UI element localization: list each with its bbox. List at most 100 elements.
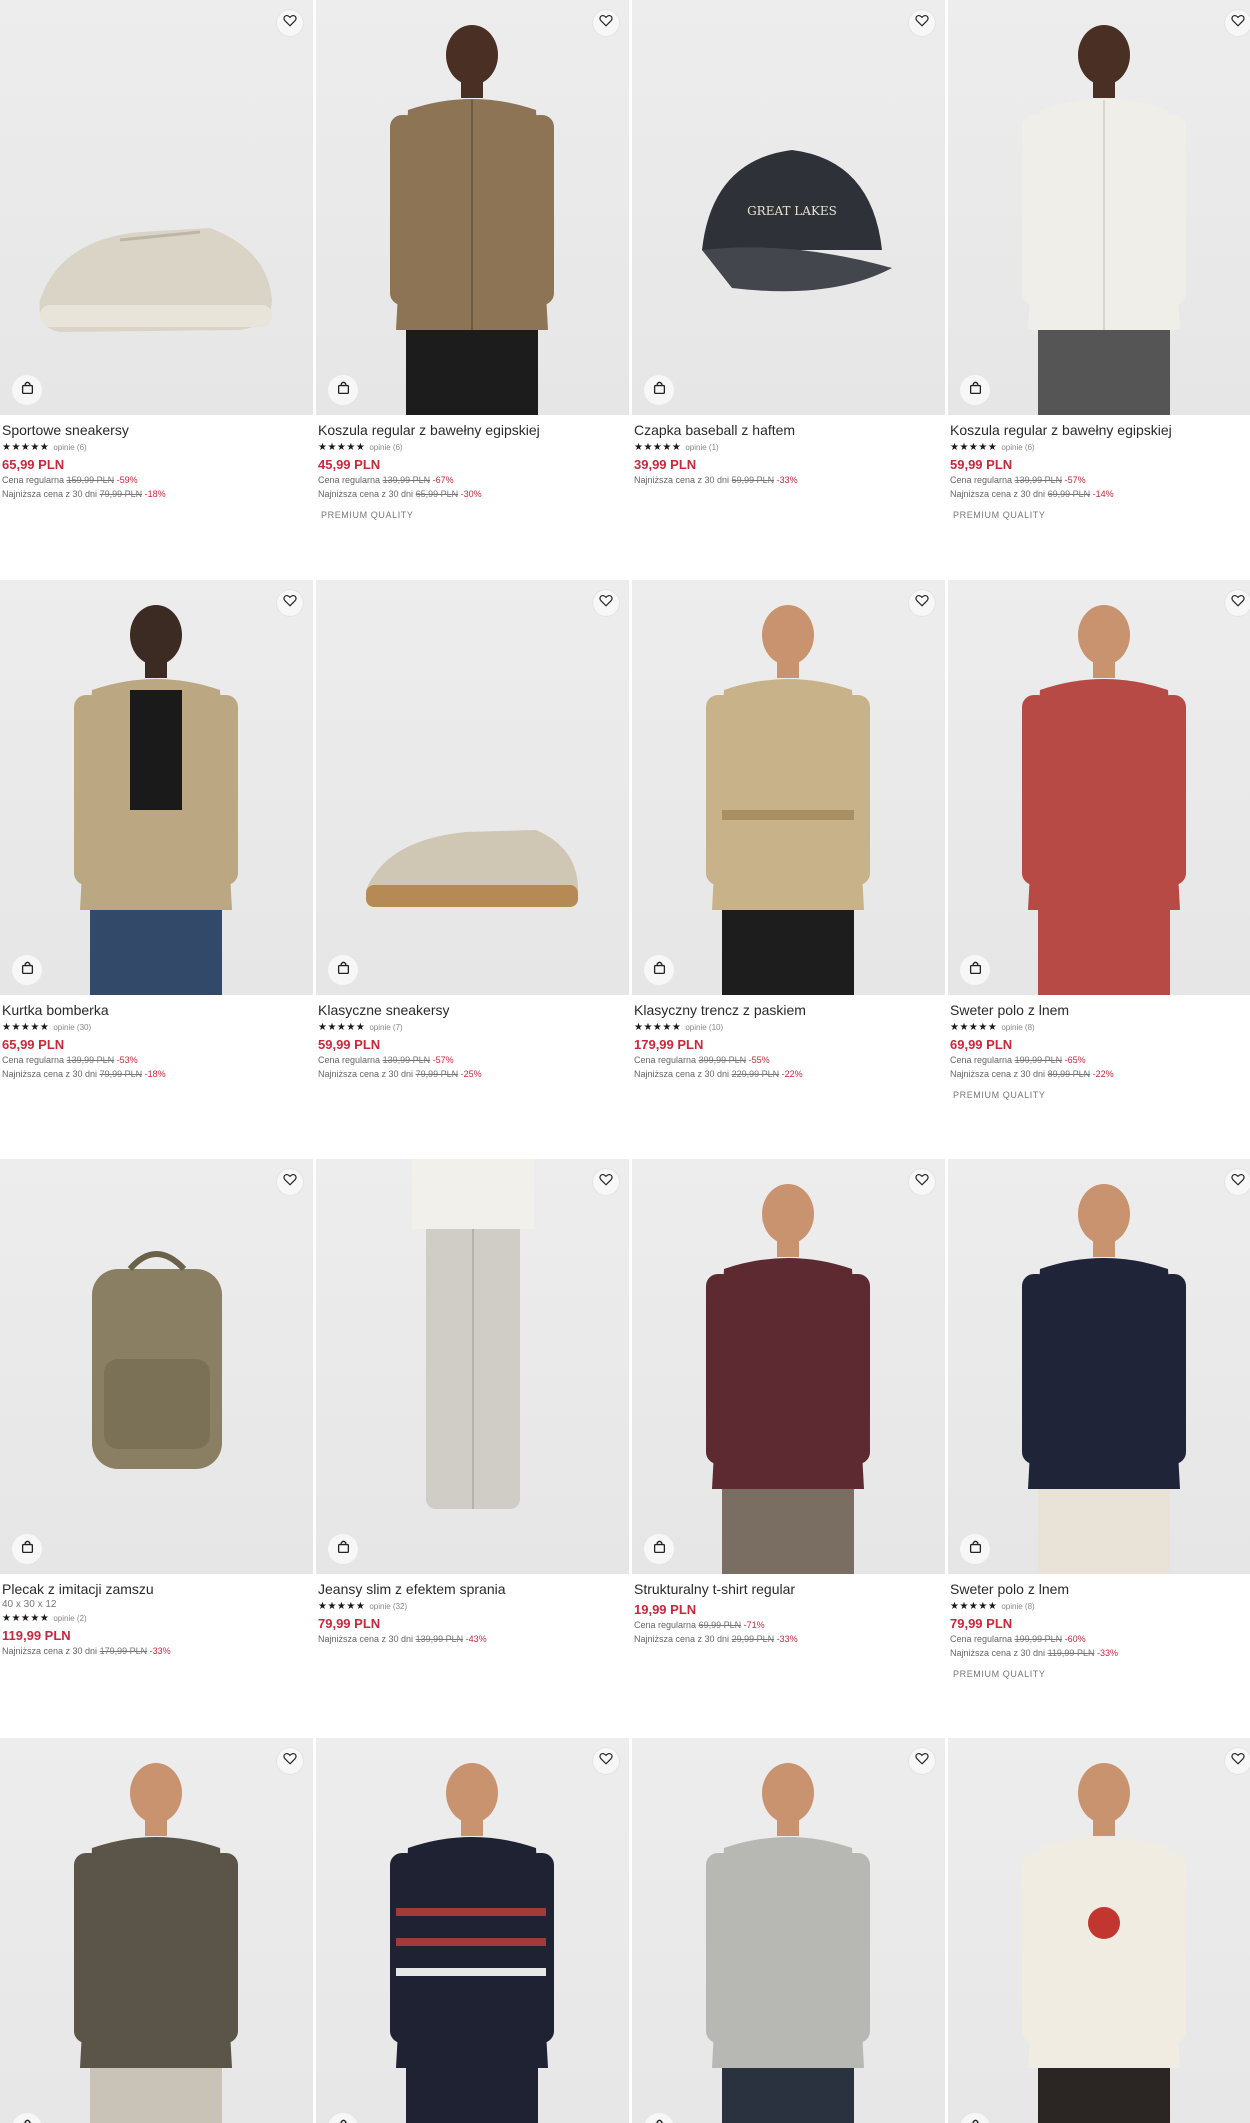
product-card[interactable]: Strukturalny t-shirt regular 19,99 PLN C…	[632, 1159, 945, 1646]
product-name[interactable]: Sportowe sneakersy	[2, 421, 311, 439]
product-image[interactable]	[948, 580, 1250, 995]
product-image[interactable]	[948, 0, 1250, 415]
favorite-button[interactable]	[1225, 1169, 1250, 1195]
product-name[interactable]: Koszula regular z bawełny egipskiej	[950, 421, 1250, 439]
favorite-button[interactable]	[277, 1748, 303, 1774]
rating[interactable]: ★★★★★ opinie (2)	[2, 1612, 311, 1624]
favorite-button[interactable]	[1225, 1748, 1250, 1774]
product-image[interactable]	[632, 1738, 945, 2123]
product-image[interactable]	[0, 580, 313, 995]
product-card[interactable]: Sweter polo z lnem ★★★★★ opinie (8) 79,9…	[948, 1159, 1250, 1679]
product-card[interactable]: Sweter polo z lnem ★★★★★ opinie (8) 69,9…	[948, 580, 1250, 1100]
favorite-button[interactable]	[593, 590, 619, 616]
product-name[interactable]: Jeansy slim z efektem sprania	[318, 1580, 627, 1598]
rating[interactable]: ★★★★★ opinie (6)	[318, 441, 627, 453]
rating[interactable]: ★★★★★ opinie (6)	[950, 441, 1250, 453]
product-image[interactable]	[632, 1159, 945, 1574]
product-image[interactable]	[948, 1738, 1250, 2123]
product-image[interactable]	[316, 0, 629, 415]
product-photo	[1022, 1184, 1186, 1574]
add-to-bag-button[interactable]	[960, 955, 990, 985]
premium-badge: PREMIUM QUALITY	[953, 1090, 1046, 1100]
add-to-bag-button[interactable]	[12, 375, 42, 405]
product-name[interactable]: Sweter polo z lnem	[950, 1001, 1250, 1019]
product-image[interactable]	[632, 580, 945, 995]
favorite-button[interactable]	[909, 1169, 935, 1195]
product-card[interactable]	[632, 1738, 945, 2123]
regular-price-line: Cena regularna 199,99 PLN -60%	[950, 1632, 1250, 1646]
product-image[interactable]: GREAT LAKES	[632, 0, 945, 415]
rating[interactable]: ★★★★★ opinie (1)	[634, 441, 943, 453]
product-card[interactable]: Koszula regular z bawełny egipskiej ★★★★…	[948, 0, 1250, 520]
add-to-bag-button[interactable]	[12, 1534, 42, 1564]
favorite-button[interactable]	[909, 10, 935, 36]
product-card[interactable]: Koszula regular z bawełny egipskiej ★★★★…	[316, 0, 629, 520]
add-to-bag-button[interactable]	[644, 955, 674, 985]
add-to-bag-button[interactable]	[960, 375, 990, 405]
add-to-bag-button[interactable]	[328, 375, 358, 405]
product-image[interactable]	[948, 1159, 1250, 1574]
add-to-bag-button[interactable]	[644, 375, 674, 405]
lowest-price-label: Najniższa cena z 30 dni	[950, 489, 1046, 499]
favorite-button[interactable]	[277, 1169, 303, 1195]
heart-icon	[1231, 594, 1245, 612]
product-image[interactable]	[316, 580, 629, 995]
regular-price: 69,99 PLN	[698, 1620, 742, 1630]
favorite-button[interactable]	[1225, 590, 1250, 616]
product-image[interactable]	[0, 1159, 313, 1574]
product-image[interactable]	[0, 0, 313, 415]
favorite-button[interactable]	[1225, 10, 1250, 36]
product-name[interactable]: Koszula regular z bawełny egipskiej	[318, 421, 627, 439]
product-image[interactable]	[316, 1738, 629, 2123]
add-to-bag-button[interactable]	[644, 1534, 674, 1564]
product-card[interactable]: Klasyczny trencz z paskiem ★★★★★ opinie …	[632, 580, 945, 1081]
lowest-price-label: Najniższa cena z 30 dni	[2, 1069, 98, 1079]
lowest-price-line: Najniższa cena z 30 dni 59,99 PLN -33%	[634, 473, 943, 487]
product-image[interactable]	[316, 1159, 629, 1574]
favorite-button[interactable]	[277, 10, 303, 36]
product-image[interactable]	[0, 1738, 313, 2123]
product-card[interactable]: Sportowe sneakersy ★★★★★ opinie (6) 65,9…	[0, 0, 313, 501]
lowest-price: 179,99 PLN	[99, 1646, 148, 1656]
favorite-button[interactable]	[277, 590, 303, 616]
favorite-button[interactable]	[593, 1748, 619, 1774]
rating[interactable]: ★★★★★ opinie (8)	[950, 1021, 1250, 1033]
product-name[interactable]: Czapka baseball z haftem	[634, 421, 943, 439]
add-to-bag-button[interactable]	[328, 1534, 358, 1564]
regular-price-line: Cena regularna 139,99 PLN -57%	[318, 1053, 627, 1067]
review-count: opinie (8)	[1001, 1601, 1035, 1611]
favorite-button[interactable]	[593, 10, 619, 36]
product-card[interactable]: Plecak z imitacji zamszu 40 x 30 x 12 ★★…	[0, 1159, 313, 1658]
product-name[interactable]: Kurtka bomberka	[2, 1001, 311, 1019]
heart-icon	[599, 1752, 613, 1770]
product-card[interactable]	[316, 1738, 629, 2123]
product-card[interactable]: Jeansy slim z efektem sprania ★★★★★ opin…	[316, 1159, 629, 1646]
product-name[interactable]: Strukturalny t-shirt regular	[634, 1580, 943, 1598]
product-card[interactable]: GREAT LAKES Czapka baseball z haftem ★★★…	[632, 0, 945, 487]
favorite-button[interactable]	[593, 1169, 619, 1195]
product-name[interactable]: Klasyczny trencz z paskiem	[634, 1001, 943, 1019]
product-card[interactable]: Kurtka bomberka ★★★★★ opinie (30) 65,99 …	[0, 580, 313, 1081]
product-card[interactable]	[0, 1738, 313, 2123]
rating[interactable]: ★★★★★ opinie (10)	[634, 1021, 943, 1033]
add-to-bag-button[interactable]	[12, 955, 42, 985]
rating[interactable]: ★★★★★ opinie (6)	[2, 441, 311, 453]
rating[interactable]: ★★★★★ opinie (32)	[318, 1600, 627, 1612]
lowest-discount: -33%	[149, 1646, 171, 1656]
product-card[interactable]	[948, 1738, 1250, 2123]
product-name[interactable]: Klasyczne sneakersy	[318, 1001, 627, 1019]
product-card[interactable]: Klasyczne sneakersy ★★★★★ opinie (7) 59,…	[316, 580, 629, 1081]
regular-price-line: Cena regularna 399,99 PLN -55%	[634, 1053, 943, 1067]
rating[interactable]: ★★★★★ opinie (7)	[318, 1021, 627, 1033]
heart-icon	[915, 1752, 929, 1770]
product-name[interactable]: Sweter polo z lnem	[950, 1580, 1250, 1598]
favorite-button[interactable]	[909, 1748, 935, 1774]
product-name[interactable]: Plecak z imitacji zamszu	[2, 1580, 311, 1598]
add-to-bag-button[interactable]	[960, 1534, 990, 1564]
premium-badge: PREMIUM QUALITY	[953, 510, 1046, 520]
product-photo	[92, 1251, 222, 1469]
rating[interactable]: ★★★★★ opinie (30)	[2, 1021, 311, 1033]
add-to-bag-button[interactable]	[328, 955, 358, 985]
favorite-button[interactable]	[909, 590, 935, 616]
rating[interactable]: ★★★★★ opinie (8)	[950, 1600, 1250, 1612]
